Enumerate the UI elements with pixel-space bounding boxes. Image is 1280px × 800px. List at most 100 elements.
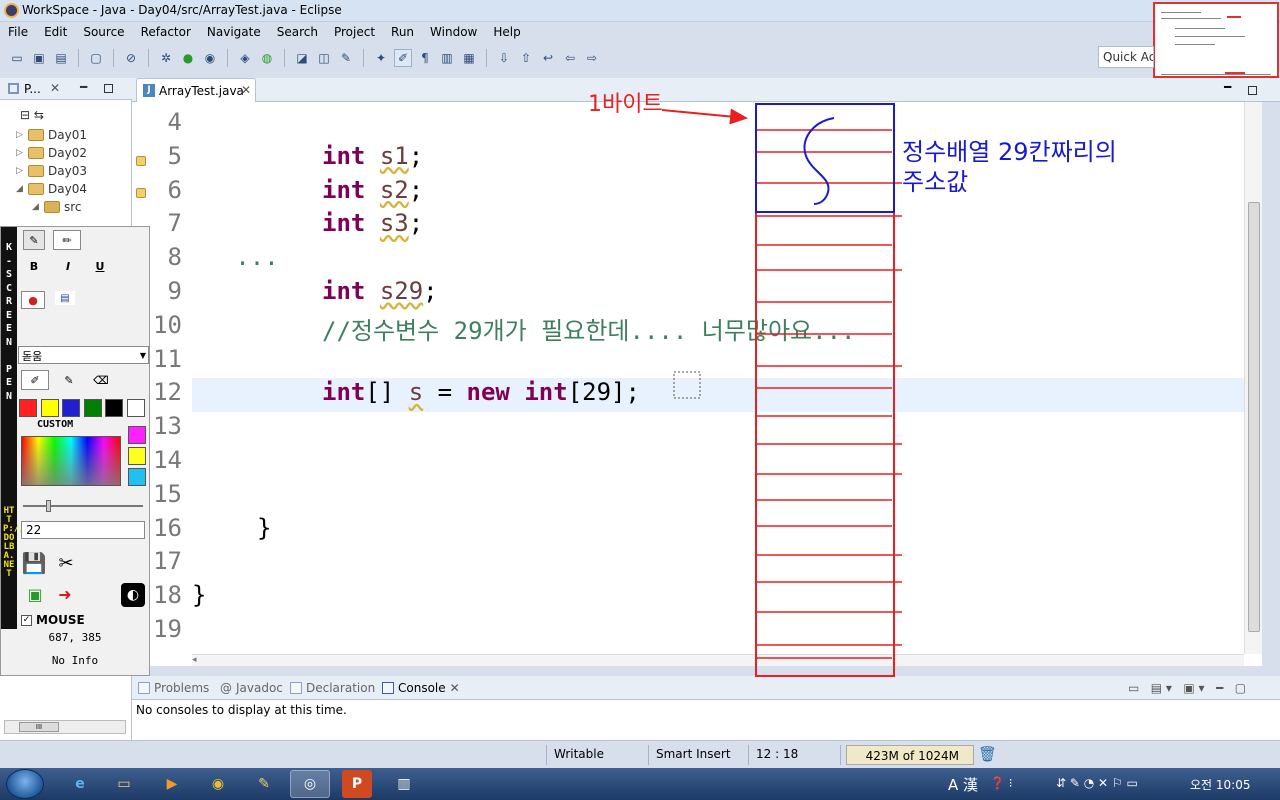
menu-search[interactable]: Search (269, 25, 326, 39)
block-select-icon[interactable]: ▥ (438, 49, 456, 67)
menu-refactor[interactable]: Refactor (133, 25, 199, 39)
open-task-icon[interactable]: ✎ (337, 49, 355, 67)
save-icon[interactable]: ▣ (30, 49, 48, 67)
pen-tool-icon[interactable]: ✎ (23, 230, 45, 250)
code-line[interactable]: int s29; (322, 277, 438, 305)
close-icon[interactable]: ✕ (50, 81, 60, 95)
code-line[interactable]: int s1; (322, 142, 423, 170)
code-line[interactable]: int[] s = new int[29]; (322, 378, 640, 406)
highlighter-icon[interactable]: ✎ (57, 370, 81, 390)
console-icon[interactable]: ▢ (87, 49, 105, 67)
font-select[interactable]: 돋움 ▼ (18, 346, 149, 364)
code-line[interactable]: } (192, 581, 206, 609)
tab-declaration[interactable]: Declaration (290, 681, 375, 695)
debug-icon[interactable]: ✲ (157, 49, 175, 67)
next-annotation-icon[interactable]: ✦ (372, 49, 390, 67)
powerpoint-icon[interactable]: P (342, 770, 372, 798)
tab-arraytest-java[interactable]: J ArrayTest.java ✕ (136, 78, 256, 102)
tree-item-src[interactable]: ◢ src (32, 198, 82, 216)
code-line[interactable]: } (257, 514, 271, 542)
toggle-mark-icon[interactable]: ✐ (394, 49, 412, 67)
code-line[interactable]: int s3; (322, 209, 423, 237)
ie-icon[interactable]: e (60, 770, 100, 798)
new-icon[interactable]: ▭ (8, 49, 26, 67)
color-swatch[interactable] (62, 399, 80, 417)
warning-marker-icon[interactable] (136, 188, 146, 198)
editor-vertical-scrollbar[interactable] (1244, 102, 1262, 654)
marker-tool-icon[interactable]: ✏ (53, 230, 81, 250)
tree-item-day01[interactable]: ▷ Day01 (16, 126, 87, 144)
underline-button[interactable]: U (91, 257, 109, 275)
close-icon[interactable]: ✕ (241, 83, 251, 97)
pen-size-input[interactable]: 22 (21, 521, 145, 539)
menu-navigate[interactable]: Navigate (199, 25, 269, 39)
save-icon[interactable]: 💾 (21, 551, 47, 575)
screen-thumbnail[interactable] (1153, 2, 1279, 78)
toggle-screen-icon[interactable]: ◐ (121, 583, 145, 607)
heap-status[interactable]: 423M of 1024M (846, 745, 974, 765)
forward-icon[interactable]: ⇨ (583, 49, 601, 67)
size-slider-thumb[interactable] (46, 500, 51, 512)
collapse-all-icon[interactable]: ⊟ ⇆ (20, 106, 44, 124)
coverage-icon[interactable]: ◉ (201, 49, 219, 67)
eraser-icon[interactable]: ⌫ (89, 370, 113, 390)
menu-run[interactable]: Run (383, 25, 422, 39)
chrome-icon[interactable]: ◉ (198, 770, 238, 798)
help-icon[interactable]: ❓ ⁝ (990, 776, 1013, 790)
menu-project[interactable]: Project (326, 25, 383, 39)
cut-icon[interactable]: ✂ (53, 551, 79, 575)
custom-color-swatch[interactable] (128, 426, 146, 444)
hwp-icon[interactable]: ▥ (384, 770, 424, 798)
tab-javadoc[interactable]: @ Javadoc (220, 681, 283, 695)
us-flag-icon[interactable]: ▤ (55, 291, 75, 305)
garbage-collect-icon[interactable]: 🗑 (978, 745, 997, 763)
media-player-icon[interactable]: ▶ (152, 770, 192, 798)
color-gradient-picker[interactable] (21, 436, 121, 486)
tree-item-day03[interactable]: ▷ Day03 (16, 162, 87, 180)
color-swatch[interactable] (83, 399, 102, 417)
quick-access-input[interactable]: Quick Access (1098, 46, 1154, 68)
tab-problems[interactable]: Problems (138, 681, 209, 695)
exit-icon[interactable]: ➜ (53, 583, 77, 605)
size-slider-track[interactable] (23, 505, 143, 507)
menu-edit[interactable]: Edit (36, 25, 75, 39)
editor-horizontal-scrollbar[interactable]: ◂ (192, 654, 1244, 666)
code-line[interactable]: //정수변수 29개가 필요한데.... 너무많아요... (322, 311, 856, 346)
save-all-icon[interactable]: ▤ (52, 49, 70, 67)
menu-file[interactable]: File (0, 25, 36, 39)
new-package-icon[interactable]: ◈ (236, 49, 254, 67)
color-swatch[interactable] (40, 399, 59, 417)
eclipse-task-icon[interactable]: ◎ (290, 770, 330, 798)
back-icon[interactable]: ⇦ (561, 49, 579, 67)
console-toolbar[interactable]: ▭ ▤ ▾ ▣ ▾ ━ ▢ (1128, 681, 1246, 695)
tab-console[interactable]: Console ✕ (382, 681, 460, 695)
console-output[interactable]: No consoles to display at this time. (132, 700, 1280, 740)
tree-item-day04[interactable]: ◢ Day04 (16, 180, 87, 198)
maximize-icon[interactable] (104, 84, 113, 93)
start-button[interactable] (6, 769, 44, 799)
show-whitespace-icon[interactable]: ▦ (460, 49, 478, 67)
tree-item-day02[interactable]: ▷ Day02 (16, 144, 87, 162)
custom-color-swatch[interactable] (128, 447, 146, 465)
menu-source[interactable]: Source (75, 25, 132, 39)
menu-window[interactable]: Window (422, 25, 485, 39)
pencil-icon[interactable]: ✐ (21, 370, 49, 390)
color-swatch[interactable] (126, 399, 145, 417)
menu-help[interactable]: Help (485, 25, 528, 39)
whitespace-icon[interactable]: ¶ (416, 49, 434, 67)
custom-color-swatch[interactable] (128, 468, 146, 486)
tray-icons[interactable]: ⇵ ✎ ◔ ✕ ⚐ ▭ (1056, 776, 1138, 790)
last-edit-icon[interactable]: ↩ (539, 49, 557, 67)
maximize-icon[interactable] (1248, 86, 1257, 95)
skip-breakpoints-icon[interactable]: ⊘ (122, 49, 140, 67)
minimize-icon[interactable]: ━ (1224, 80, 1231, 94)
code-line[interactable]: int s2; (322, 176, 423, 204)
pen-app-icon[interactable]: ✎ (244, 770, 284, 798)
ime-indicator[interactable]: A 漢 (948, 774, 978, 795)
prev-edit-icon[interactable]: ⇧ (517, 49, 535, 67)
run-icon[interactable]: ● (179, 49, 197, 67)
open-type-icon[interactable]: ◪ (293, 49, 311, 67)
capture-icon[interactable]: ▣ (23, 583, 47, 605)
open-folder-icon[interactable]: ◫ (315, 49, 333, 67)
korea-flag-icon[interactable]: ● (21, 291, 45, 309)
